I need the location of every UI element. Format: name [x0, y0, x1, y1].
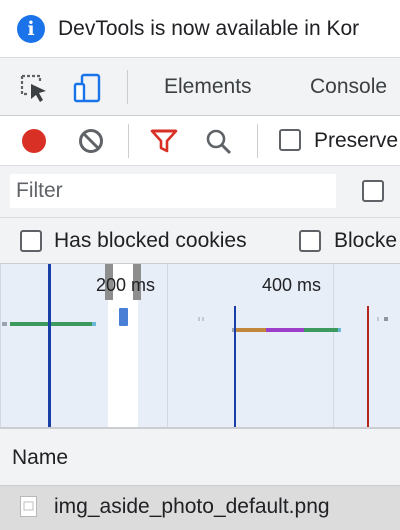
- preserve-log-checkbox[interactable]: [279, 129, 301, 151]
- request-bar: [384, 317, 388, 321]
- info-bar: i DevTools is now available in Kor: [0, 0, 400, 58]
- search-icon: [206, 129, 232, 155]
- invert-checkbox[interactable]: [362, 180, 384, 202]
- record-button[interactable]: [20, 127, 48, 155]
- network-toolbar: Preserve: [0, 116, 400, 166]
- request-bar: [236, 328, 266, 332]
- overview-gridline: [0, 264, 1, 427]
- clear-icon: [79, 129, 103, 153]
- record-icon: [22, 129, 46, 153]
- dom-content-loaded-line: [48, 264, 51, 427]
- tab-elements[interactable]: Elements: [164, 73, 252, 101]
- filter-bar: [0, 166, 400, 218]
- request-bar: [377, 317, 379, 321]
- request-bar: [92, 322, 96, 326]
- request-bar: [266, 328, 304, 332]
- has-blocked-cookies-checkbox[interactable]: [20, 230, 42, 252]
- search-button[interactable]: [205, 128, 233, 156]
- preserve-log-label: Preserve: [314, 129, 399, 152]
- request-bar: [202, 317, 204, 321]
- request-bar: [338, 328, 341, 332]
- request-bar: [2, 322, 7, 326]
- blocked-filters-bar: Has blocked cookies Blocke: [0, 218, 400, 264]
- request-name: img_aside_photo_default.png: [54, 495, 330, 518]
- toolbar-divider: [257, 124, 258, 158]
- devtools-network-panel: i DevTools is now available in Kor Eleme…: [0, 0, 400, 530]
- info-icon: i: [17, 15, 45, 43]
- dom-content-loaded-line: [234, 306, 236, 427]
- tab-console[interactable]: Console: [310, 73, 387, 101]
- blocked-requests-label: Blocke: [334, 229, 398, 252]
- toolbar-divider: [127, 70, 128, 104]
- request-bar: [198, 317, 200, 321]
- main-toolbar: Elements Console: [0, 58, 400, 116]
- request-table-header: Name: [0, 428, 400, 486]
- filter-icon: [150, 129, 178, 153]
- overview-gridline: [167, 264, 168, 427]
- table-row[interactable]: img_aside_photo_default.png: [0, 486, 400, 530]
- timeline-overview[interactable]: 200 ms 400 ms: [0, 264, 400, 428]
- overview-tick-label: 400 ms: [262, 275, 322, 295]
- overview-tick-label: 200 ms: [96, 275, 156, 295]
- load-event-line: [367, 306, 369, 427]
- request-bar: [119, 308, 128, 326]
- device-toolbar-icon[interactable]: [72, 72, 104, 104]
- info-bar-message: DevTools is now available in Kor: [58, 17, 360, 40]
- filter-input[interactable]: [10, 174, 336, 208]
- toolbar-divider: [128, 124, 129, 158]
- request-bar: [304, 328, 338, 332]
- has-blocked-cookies-label: Has blocked cookies: [54, 229, 247, 252]
- column-header-name[interactable]: Name: [12, 444, 68, 472]
- blocked-requests-checkbox[interactable]: [299, 230, 321, 252]
- request-bar: [10, 322, 92, 326]
- image-file-icon: [20, 496, 37, 517]
- inspect-element-icon[interactable]: [18, 72, 50, 104]
- overview-gridline: [333, 264, 334, 427]
- filter-toggle-button[interactable]: [150, 128, 178, 154]
- clear-button[interactable]: [78, 128, 104, 154]
